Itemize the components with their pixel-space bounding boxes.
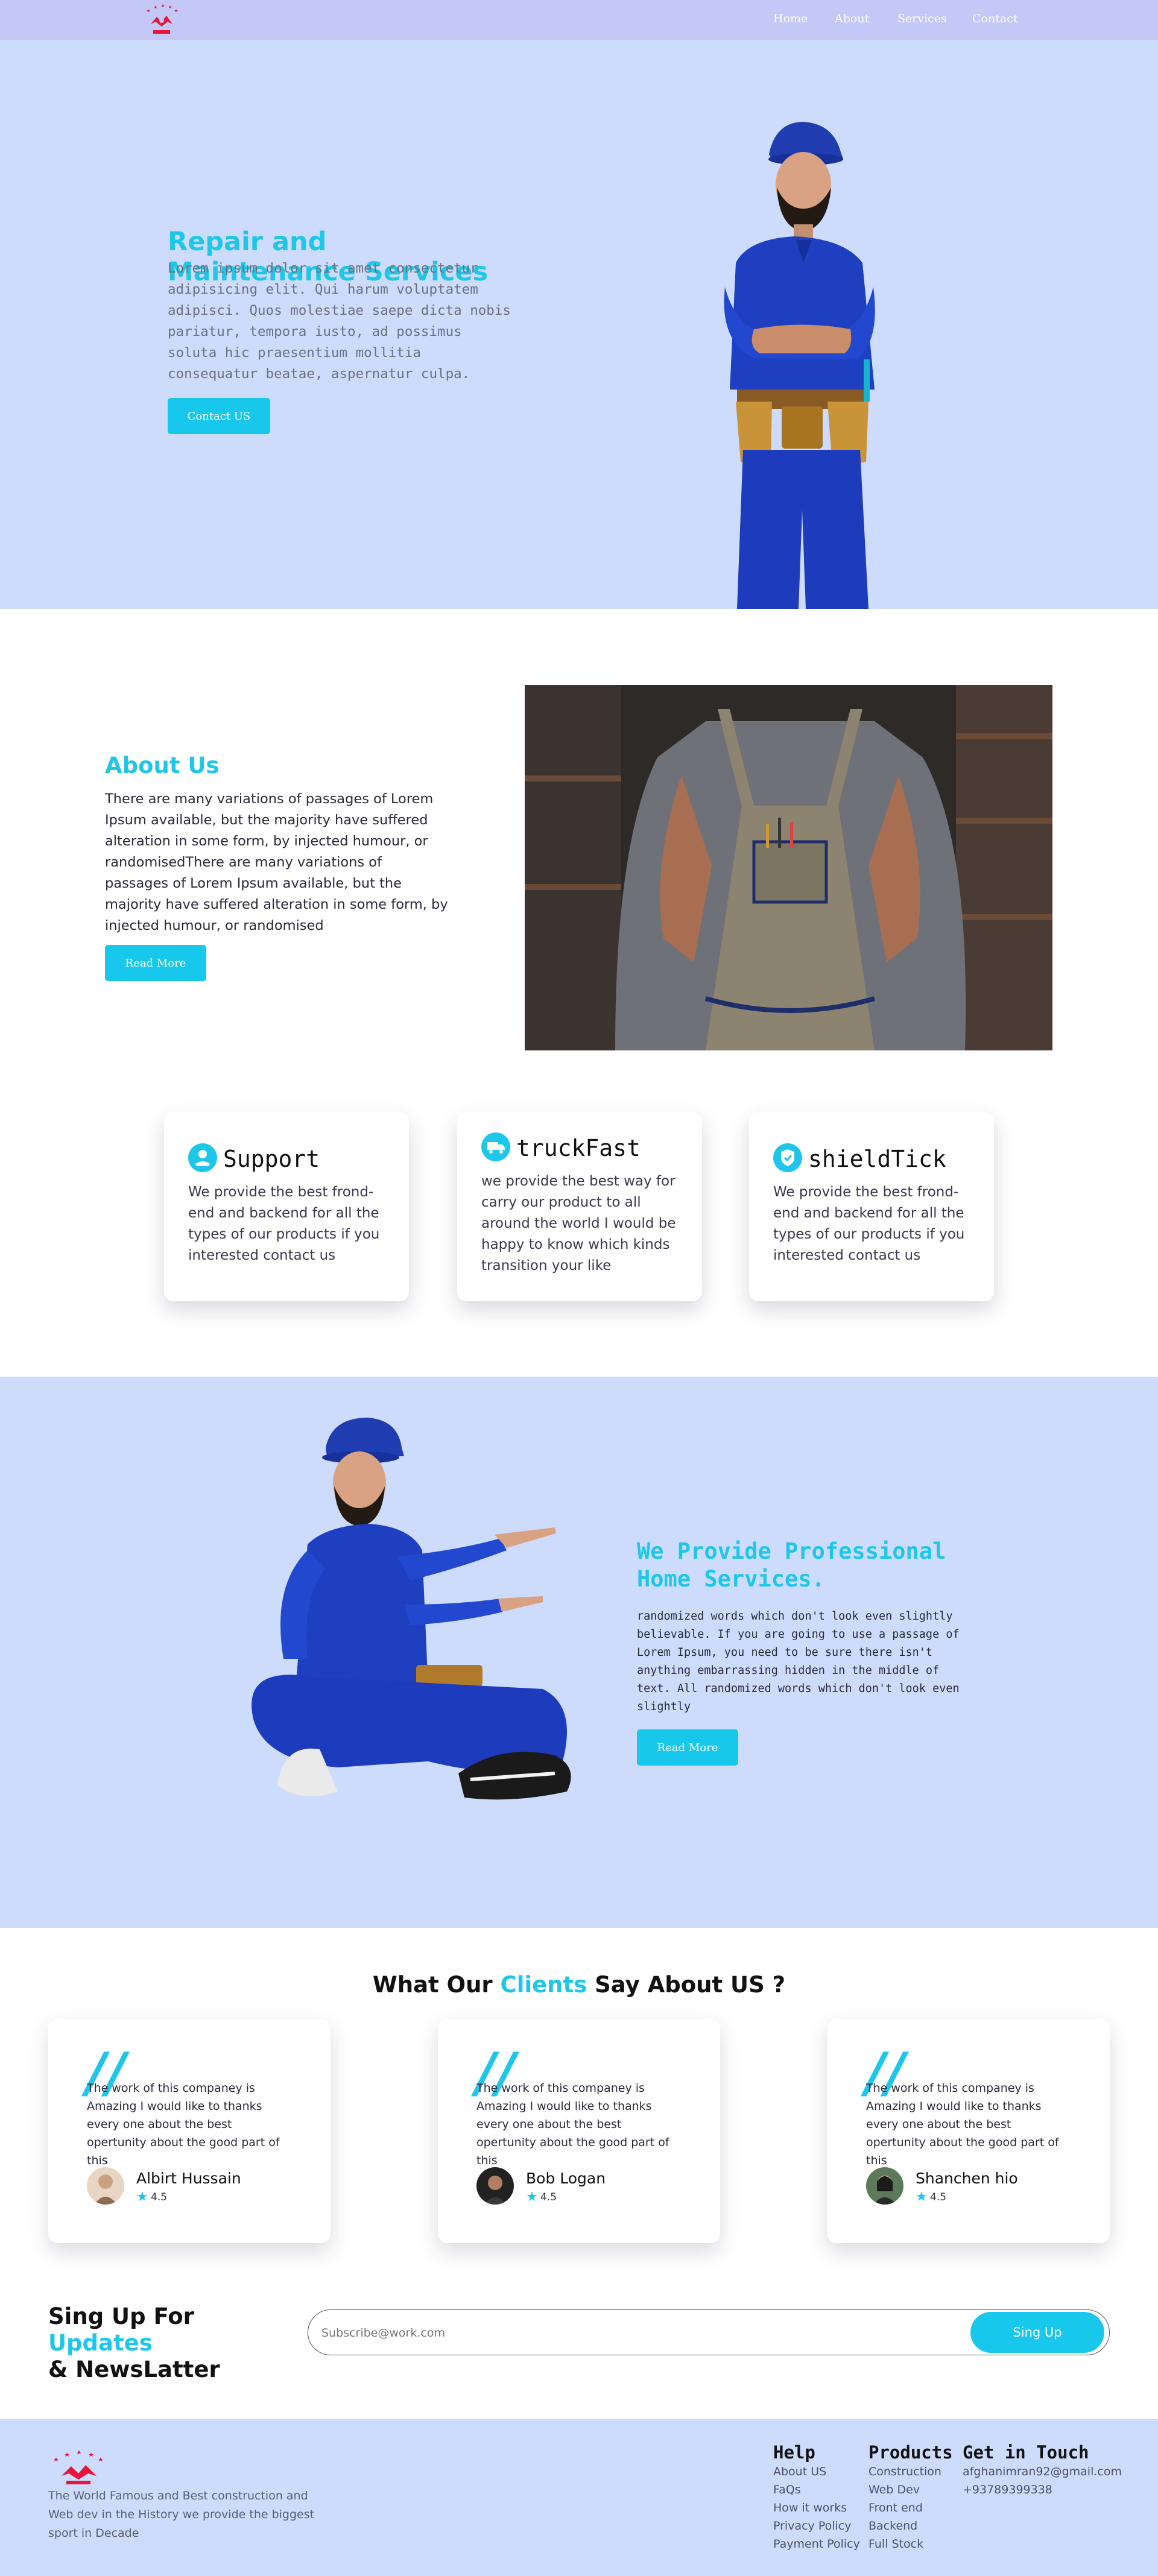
avatar (476, 2167, 514, 2205)
shield-tick-icon (773, 1143, 802, 1172)
feature-text: We provide the best frond-end and backen… (188, 1184, 380, 1263)
feature-text: we provide the best way for carry our pr… (481, 1173, 676, 1274)
avatar (87, 2167, 124, 2205)
feature-card-truckfast: truckFast we provide the best way for ca… (457, 1112, 702, 1301)
feature-text: We provide the best frond-end and backen… (773, 1184, 965, 1263)
testimonials-heading: What Our Clients Say About US ? (0, 1972, 1158, 1998)
star-icon: ★ (916, 2189, 928, 2204)
subscribe-email-input[interactable] (320, 2319, 926, 2347)
feature-title: truckFast (516, 1135, 641, 1161)
testimonial-text: The work of this companey is Amazing I w… (866, 2082, 1059, 2167)
footer-link[interactable]: Construction (868, 2463, 953, 2481)
footer-column-contact: Get in Touch afghanimran92@gmail.com +93… (963, 2442, 1122, 2499)
testimonial-name: Shanchen hio (916, 2170, 1018, 2187)
nav-about[interactable]: About (835, 12, 869, 25)
about-read-more-button[interactable]: Read More (105, 945, 206, 981)
footer-phone-link[interactable]: +93789399338 (963, 2481, 1122, 2499)
worker-apron-image (525, 685, 1052, 1050)
testimonial-rating: 4.5 (930, 2191, 947, 2203)
testimonial-text: The work of this companey is Amazing I w… (87, 2082, 280, 2167)
testimonials-heading-post: Say About US ? (587, 1972, 786, 1998)
truck-fast-icon (481, 1132, 510, 1161)
footer-link[interactable]: Backend (868, 2517, 953, 2535)
services-title: We Provide Professional Home Services. (637, 1538, 946, 1592)
hero-title-line1: Repair and (168, 227, 327, 257)
testimonial-name: Albirt Hussain (136, 2170, 241, 2187)
testimonial-card: // The work of this companey is Amazing … (827, 2019, 1110, 2243)
avatar (866, 2167, 903, 2205)
contact-us-button[interactable]: Contact US (168, 398, 270, 434)
subscribe-heading-line2: & NewsLatter (48, 2357, 220, 2382)
support-icon (188, 1143, 217, 1172)
nav-services[interactable]: Services (897, 12, 947, 25)
footer-link[interactable]: FaQs (773, 2481, 860, 2499)
nav-home[interactable]: Home (773, 12, 808, 25)
footer-link[interactable]: Full Stock (868, 2535, 953, 2553)
footer-description: The World Famous and Best construction a… (48, 2489, 315, 2540)
footer-logo[interactable] (48, 2449, 109, 2492)
testimonial-card: // The work of this companey is Amazing … (438, 2019, 720, 2243)
feature-card-shieldtick: shieldTick We provide the best frond-end… (749, 1112, 994, 1301)
services-section (0, 1377, 1158, 1928)
footer-column-title: Get in Touch (963, 2442, 1089, 2463)
nav-contact[interactable]: Contact (972, 12, 1017, 25)
about-title: About Us (105, 753, 220, 778)
footer-link[interactable]: How it works (773, 2499, 860, 2517)
about-description: There are many variations of passages of… (105, 791, 448, 933)
testimonial-text: The work of this companey is Amazing I w… (476, 2082, 669, 2167)
subscribe-heading-accent: Updates (48, 2330, 153, 2356)
testimonial-card: // The work of this companey is Amazing … (48, 2019, 331, 2243)
star-icon: ★ (136, 2189, 148, 2204)
services-read-more-button[interactable]: Read More (637, 1729, 738, 1766)
footer-email-link[interactable]: afghanimran92@gmail.com (963, 2463, 1122, 2481)
footer-link[interactable]: Privacy Policy (773, 2517, 860, 2535)
subscribe-heading: Sing Up For Updates & NewsLatter (48, 2303, 302, 2383)
logo[interactable] (142, 4, 181, 37)
footer-column-products: Products Construction Web Dev Front end … (868, 2442, 953, 2553)
footer-column-help: Help About US FaQs How it works Privacy … (773, 2442, 860, 2553)
footer-column-title: Help (773, 2442, 815, 2463)
worker-sitting-image (252, 1418, 571, 1800)
sign-up-button[interactable]: Sing Up (970, 2312, 1104, 2353)
testimonial-name: Bob Logan (526, 2170, 606, 2187)
footer-link[interactable]: Web Dev (868, 2481, 953, 2499)
testimonials-heading-accent: Clients (500, 1972, 587, 1998)
services-description: randomized words which don't look even s… (637, 1610, 960, 1713)
footer-column-title: Products (868, 2442, 953, 2463)
subscribe-heading-pre: Sing Up For (48, 2303, 194, 2329)
subscribe-form: Sing Up (308, 2309, 1110, 2355)
feature-title: Support (223, 1146, 320, 1172)
footer-link[interactable]: Front end (868, 2499, 953, 2517)
footer-link[interactable]: Payment Policy (773, 2535, 860, 2553)
star-icon: ★ (526, 2189, 538, 2204)
footer-link[interactable]: About US (773, 2463, 860, 2481)
testimonials-heading-pre: What Our (372, 1972, 501, 1998)
feature-title: shieldTick (808, 1146, 946, 1172)
worker-standing-image (724, 122, 875, 609)
hero-description: Lorem ipsum dolor sit amet consectetur a… (168, 260, 511, 382)
feature-card-support: Support We provide the best frond-end an… (164, 1112, 409, 1301)
testimonial-rating: 4.5 (151, 2191, 168, 2203)
testimonial-rating: 4.5 (540, 2191, 557, 2203)
navbar: Home About Services Contact (0, 0, 1158, 40)
